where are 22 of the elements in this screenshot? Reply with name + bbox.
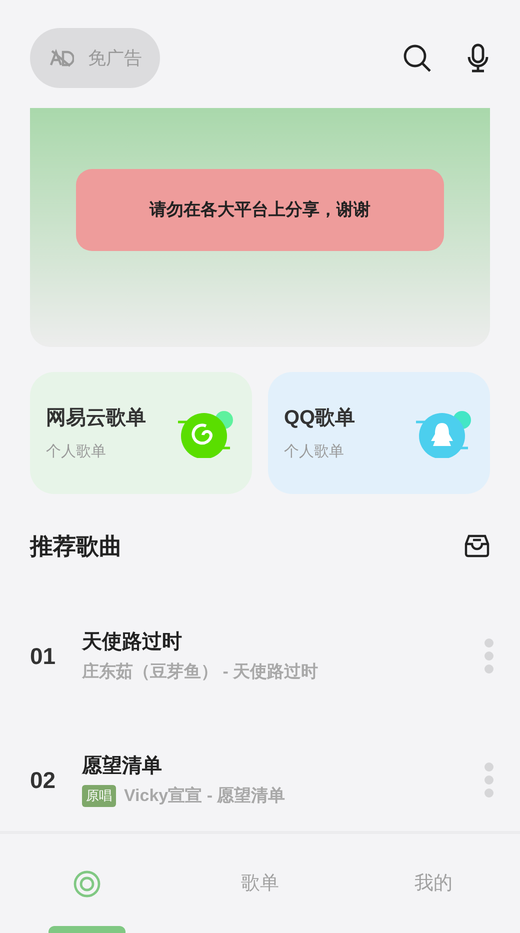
playlist-card[interactable]: 网易云歌单 个人歌单 — [30, 372, 252, 494]
song-title[interactable]: 愿望清单 — [82, 751, 484, 782]
notice-text: 请勿在各大平台上分享，谢谢 — [76, 169, 444, 251]
track-number: 01 — [30, 642, 57, 671]
song-artist: 庄东茹（豆芽鱼） - 天使路过时 — [82, 661, 318, 684]
card-subtitle: 个人歌单 — [46, 442, 107, 462]
section-title: 推荐歌曲 — [30, 532, 122, 561]
playlist-card[interactable]: QQ歌单 个人歌单 — [268, 372, 490, 494]
card-title: QQ歌单 — [284, 406, 356, 431]
card-subtitle: 个人歌单 — [284, 442, 345, 462]
penguin-app-icon — [416, 408, 472, 458]
card-title: 网易云歌单 — [46, 406, 146, 431]
banner[interactable]: 请勿在各大平台上分享，谢谢 — [30, 108, 490, 347]
music-app-icon — [178, 408, 234, 458]
track-number: 02 — [30, 766, 57, 795]
song-artist: Vicky宣宣 - 愿望清单 — [124, 785, 286, 808]
search-icon[interactable] — [402, 43, 432, 73]
microphone-icon[interactable] — [466, 43, 490, 73]
tag-badge: 原唱 — [82, 785, 116, 807]
inbox-icon[interactable] — [464, 534, 490, 558]
no-ad-icon — [48, 48, 74, 68]
song-title[interactable]: 天使路过时 — [82, 627, 484, 658]
